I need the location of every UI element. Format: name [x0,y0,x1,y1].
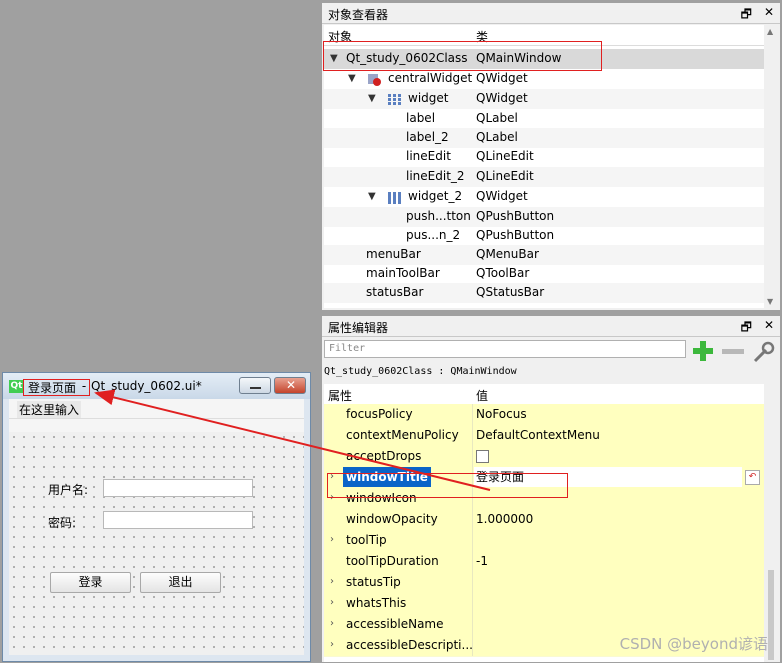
watermark: CSDN @beyond谚语 [619,635,768,653]
annotation-arrows [94,50,491,491]
arrow-to-window-title [94,389,491,491]
arrow-placeholder [325,50,345,60]
